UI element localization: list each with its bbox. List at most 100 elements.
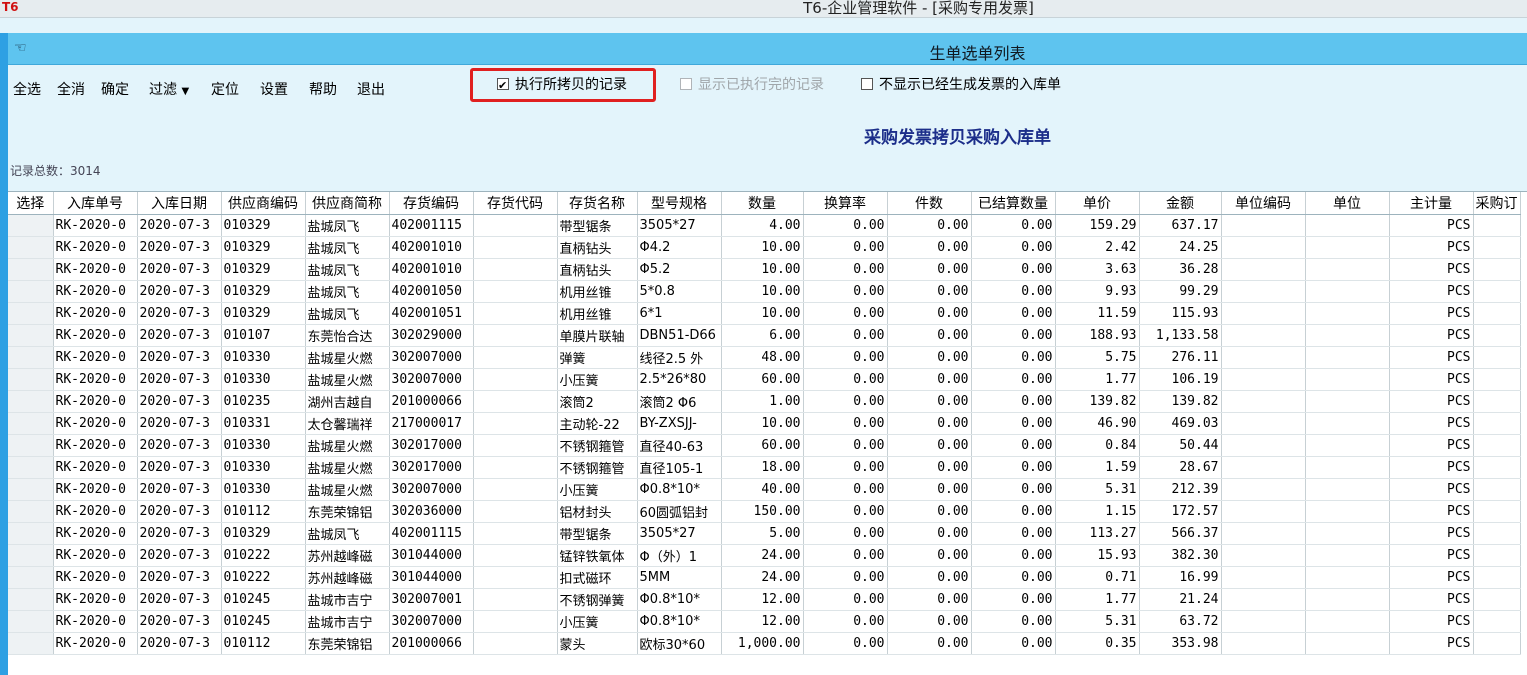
column-header[interactable]: 单价 [1055, 192, 1140, 215]
table-row[interactable]: RK-2020-0 2020-07-3 010330 盐城星火燃 302007000 弹簧… [8, 346, 1521, 369]
table-cell: PCS [1389, 214, 1474, 237]
column-header[interactable]: 件数 [887, 192, 972, 215]
column-header[interactable]: 选择 [8, 192, 54, 215]
table-cell: 24.00 [721, 544, 804, 567]
table-row[interactable]: RK-2020-0 2020-07-3 010329 盐城凤飞 402001115 带型锯… [8, 522, 1521, 545]
hide-invoiced-checkbox[interactable]: 不显示已经生成发票的入库单 [861, 75, 1061, 95]
filter-button[interactable]: 过滤 ▼ [146, 78, 192, 102]
select-cell[interactable] [8, 610, 54, 633]
select-cell[interactable] [8, 214, 54, 237]
select-cell[interactable] [8, 236, 54, 259]
table-cell [1305, 478, 1390, 501]
table-row[interactable]: RK-2020-0 2020-07-3 010330 盐城星火燃 302007000 小压… [8, 368, 1521, 391]
table-cell: 小压簧 [557, 478, 638, 501]
column-header[interactable]: 采购订 [1473, 192, 1521, 215]
table-row[interactable]: RK-2020-0 2020-07-3 010330 盐城星火燃 302007000 小压… [8, 478, 1521, 501]
table-cell: 2020-07-3 [137, 632, 222, 655]
confirm-button[interactable]: 确定 [98, 78, 132, 102]
table-cell [473, 258, 558, 281]
table-row[interactable]: RK-2020-0 2020-07-3 010330 盐城星火燃 302017000 不锈… [8, 456, 1521, 479]
table-row[interactable]: RK-2020-0 2020-07-3 010331 太仓馨瑞祥 217000017 主动… [8, 412, 1521, 435]
select-cell[interactable] [8, 258, 54, 281]
table-cell: 302029000 [389, 324, 474, 347]
column-header[interactable]: 供应商简称 [305, 192, 390, 215]
table-cell [1305, 258, 1390, 281]
table-cell: RK-2020-0 [53, 544, 138, 567]
table-row[interactable]: RK-2020-0 2020-07-3 010112 东莞荣锦铝 302036000 铝材… [8, 500, 1521, 523]
table-cell: 276.11 [1139, 346, 1222, 369]
table-row[interactable]: RK-2020-0 2020-07-3 010235 湖州吉越自 201000066 滚筒… [8, 390, 1521, 413]
select-cell[interactable] [8, 478, 54, 501]
table-cell: 302036000 [389, 500, 474, 523]
select-cell[interactable] [8, 368, 54, 391]
table-row[interactable]: RK-2020-0 2020-07-3 010112 东莞荣锦铝 201000066 蒙头… [8, 632, 1521, 655]
table-cell [1221, 214, 1306, 237]
table-cell: 0.00 [887, 346, 972, 369]
select-cell[interactable] [8, 544, 54, 567]
select-cell[interactable] [8, 324, 54, 347]
select-cell[interactable] [8, 500, 54, 523]
table-row[interactable]: RK-2020-0 2020-07-3 010329 盐城凤飞 402001050 机用丝… [8, 280, 1521, 303]
select-all-button[interactable]: 全选 [10, 78, 44, 102]
help-button[interactable]: 帮助 [306, 78, 340, 102]
settings-button[interactable]: 设置 [257, 78, 291, 102]
table-row[interactable]: RK-2020-0 2020-07-3 010330 盐城星火燃 302017000 不锈… [8, 434, 1521, 457]
table-cell: 0.00 [971, 434, 1056, 457]
select-cell[interactable] [8, 390, 54, 413]
exit-button[interactable]: 退出 [354, 78, 388, 102]
table-row[interactable]: RK-2020-0 2020-07-3 010107 东莞怡合达 302029000 单膜… [8, 324, 1521, 347]
select-cell[interactable] [8, 456, 54, 479]
column-header[interactable]: 入库日期 [137, 192, 222, 215]
column-header[interactable]: 数量 [721, 192, 804, 215]
table-cell: 201000066 [389, 390, 474, 413]
table-cell: 0.00 [803, 214, 888, 237]
show-executed-checkbox[interactable]: 显示已执行完的记录 [680, 75, 824, 95]
select-cell[interactable] [8, 412, 54, 435]
table-row[interactable]: RK-2020-0 2020-07-3 010329 盐城凤飞 402001010 直柄钻… [8, 236, 1521, 259]
select-cell[interactable] [8, 632, 54, 655]
table-row[interactable]: RK-2020-0 2020-07-3 010222 苏州越峰磁 301044000 锰锌… [8, 544, 1521, 567]
table-cell [1305, 390, 1390, 413]
table-row[interactable]: RK-2020-0 2020-07-3 010329 盐城凤飞 402001051 机用丝… [8, 302, 1521, 325]
table-cell: 盐城凤飞 [305, 522, 390, 545]
table-cell: 机用丝锥 [557, 280, 638, 303]
column-header[interactable]: 供应商编码 [221, 192, 306, 215]
column-header[interactable]: 单位编码 [1221, 192, 1306, 215]
select-cell[interactable] [8, 280, 54, 303]
column-header[interactable]: 已结算数量 [971, 192, 1056, 215]
column-header[interactable]: 主计量 [1389, 192, 1474, 215]
column-header[interactable]: 单位 [1305, 192, 1390, 215]
table-cell: RK-2020-0 [53, 390, 138, 413]
column-header[interactable]: 存货代码 [473, 192, 558, 215]
column-header[interactable]: 型号规格 [637, 192, 722, 215]
column-header[interactable]: 金额 [1139, 192, 1222, 215]
table-row[interactable]: RK-2020-0 2020-07-3 010329 盐城凤飞 402001010 直柄钻… [8, 258, 1521, 281]
table-row[interactable]: RK-2020-0 2020-07-3 010222 苏州越峰磁 301044000 扣式… [8, 566, 1521, 589]
select-cell[interactable] [8, 346, 54, 369]
column-header[interactable]: 存货名称 [557, 192, 638, 215]
select-cell[interactable] [8, 302, 54, 325]
select-cell[interactable] [8, 522, 54, 545]
table-row[interactable]: RK-2020-0 2020-07-3 010329 盐城凤飞 402001115 带型锯… [8, 214, 1521, 237]
table-cell: 0.00 [887, 478, 972, 501]
table-cell [473, 280, 558, 303]
table-cell: 469.03 [1139, 412, 1222, 435]
select-cell[interactable] [8, 588, 54, 611]
column-header[interactable]: 入库单号 [53, 192, 138, 215]
table-cell: 010329 [221, 236, 306, 259]
table-cell: 0.00 [803, 588, 888, 611]
column-header[interactable]: 存货编码 [389, 192, 474, 215]
deselect-all-button[interactable]: 全消 [54, 78, 88, 102]
table-row[interactable]: RK-2020-0 2020-07-3 010245 盐城市吉宁 302007001 不锈… [8, 588, 1521, 611]
data-grid[interactable]: 选择 入库单号 入库日期 供应商编码 供应商简称 存货编码 存货代码 存货名称 型号规格 数量 换算… [8, 191, 1527, 675]
table-cell [1221, 522, 1306, 545]
column-header[interactable]: 换算率 [803, 192, 888, 215]
locate-button[interactable]: 定位 [208, 78, 242, 102]
table-cell [1305, 236, 1390, 259]
table-cell: 盐城星火燃 [305, 478, 390, 501]
select-cell[interactable] [8, 434, 54, 457]
table-cell: 2020-07-3 [137, 522, 222, 545]
table-cell: 直柄钻头 [557, 236, 638, 259]
select-cell[interactable] [8, 566, 54, 589]
table-row[interactable]: RK-2020-0 2020-07-3 010245 盐城市吉宁 302007000 小压… [8, 610, 1521, 633]
